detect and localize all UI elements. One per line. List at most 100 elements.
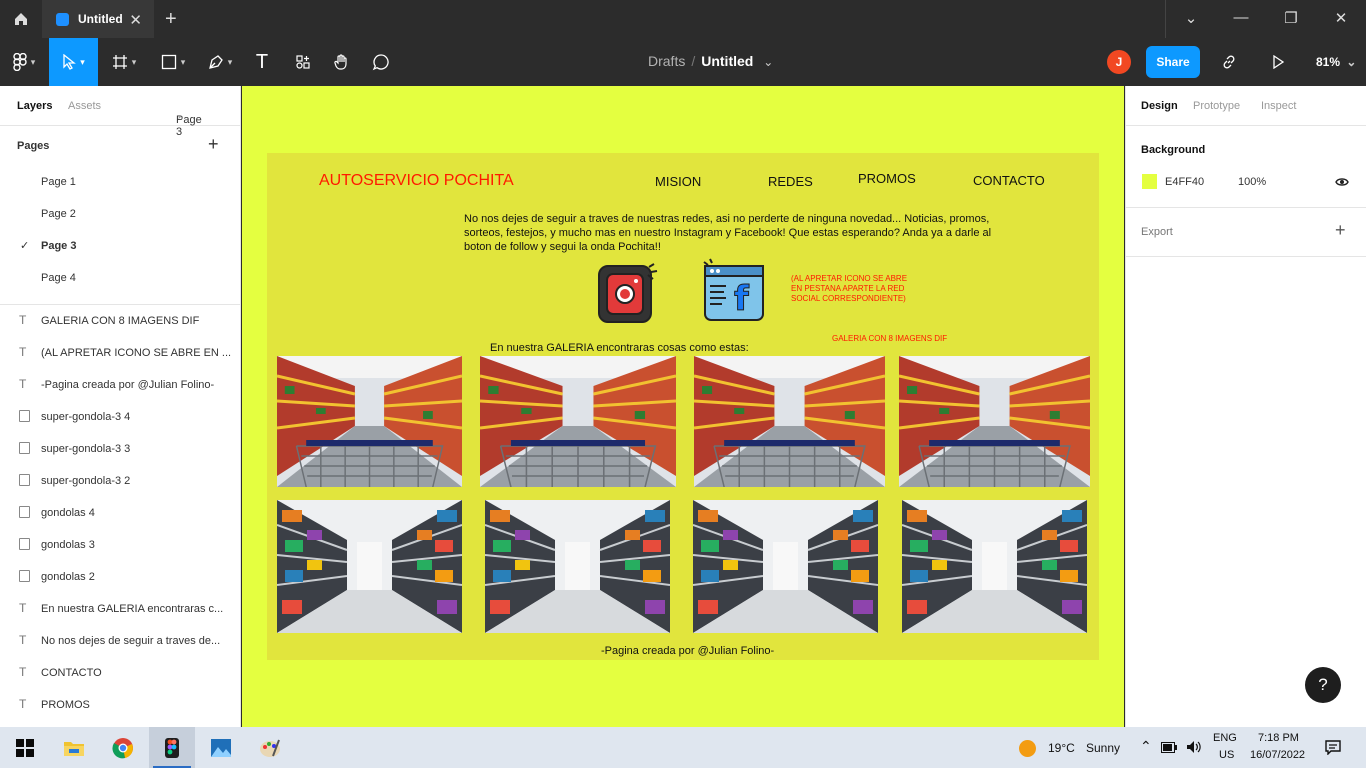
layer-item[interactable]: super-gondola-3 3	[0, 433, 240, 465]
checkmark-icon: ✓	[20, 240, 30, 252]
layer-item-label: GALERIA CON 8 IMAGENS DIF	[41, 315, 200, 327]
nav-redes: REDES	[768, 174, 813, 189]
battery-icon[interactable]	[1161, 742, 1177, 753]
layer-item[interactable]: T -Pagina creada por @Julian Folino-	[0, 369, 240, 401]
avatar[interactable]: J	[1107, 50, 1131, 74]
comment-tool-button[interactable]	[369, 38, 393, 86]
clock-time[interactable]: 7:18 PM	[1258, 732, 1299, 744]
hand-icon	[334, 54, 347, 70]
region-indicator[interactable]: US	[1219, 749, 1234, 761]
facebook-icon: f	[702, 258, 768, 329]
home-icon[interactable]	[0, 0, 42, 38]
nav-promos: PROMOS	[858, 171, 916, 186]
move-tool-button[interactable]: ▾	[49, 38, 98, 86]
close-window-button[interactable]: ✕	[1331, 9, 1351, 27]
file-tab[interactable]: Untitled ✕	[42, 0, 154, 38]
gallery-intro: En nuestra GALERIA encontraras cosas com…	[490, 342, 749, 354]
gallery-note: GALERIA CON 8 IMAGENS DIF	[832, 334, 948, 343]
language-indicator[interactable]: ENG	[1213, 732, 1237, 744]
frame-icon	[112, 55, 127, 69]
add-export-button[interactable]: +	[1335, 220, 1346, 241]
tab-design[interactable]: Design	[1141, 100, 1178, 112]
windows-start-icon[interactable]	[2, 727, 48, 768]
chevron-up-icon[interactable]: ⌃	[1140, 738, 1152, 755]
page-item[interactable]: Page 2	[0, 198, 240, 230]
layer-item[interactable]: T GALERIA CON 8 IMAGENS DIF	[0, 305, 240, 337]
shape-tool-button[interactable]: ▾	[153, 38, 193, 86]
titlebar-divider	[1165, 0, 1166, 38]
page-item[interactable]: ✓ Page 3	[0, 230, 240, 262]
layer-item[interactable]: T CONTACTO	[0, 657, 240, 689]
file-title[interactable]: Untitled	[701, 53, 753, 69]
tab-assets[interactable]: Assets	[68, 100, 101, 112]
pen-tool-button[interactable]: ▾	[200, 38, 240, 86]
file-explorer-icon[interactable]	[51, 727, 97, 768]
hand-tool-button[interactable]	[330, 38, 354, 86]
figma-taskbar-icon[interactable]	[149, 727, 195, 768]
layer-item[interactable]: super-gondola-3 2	[0, 465, 240, 497]
canvas[interactable]: AUTOSERVICIO POCHITA MISION REDES PROMOS…	[242, 86, 1124, 727]
help-button[interactable]: ?	[1305, 667, 1341, 703]
add-page-button[interactable]: +	[208, 134, 219, 155]
export-section: Export +	[1126, 208, 1366, 257]
eye-icon[interactable]	[1335, 177, 1349, 187]
background-hex[interactable]: E4FF40	[1165, 176, 1204, 188]
layer-item[interactable]: T PROMOS	[0, 689, 240, 721]
components-icon	[296, 55, 310, 69]
cursor-icon	[63, 54, 77, 70]
right-panel-tabs: Design Prototype Inspect	[1126, 86, 1366, 126]
new-tab-button[interactable]: +	[165, 8, 177, 31]
close-tab-icon[interactable]: ✕	[129, 11, 142, 29]
resources-button[interactable]	[290, 38, 316, 86]
share-button[interactable]: Share	[1146, 46, 1200, 78]
left-panel-tabs: Layers Assets Page 3 ⌃	[0, 86, 240, 138]
chevron-down-icon[interactable]: ⌄	[1181, 9, 1201, 27]
layer-item-label: super-gondola-3 2	[41, 475, 131, 487]
present-button[interactable]	[1268, 38, 1288, 86]
comment-icon	[372, 54, 389, 71]
background-swatch[interactable]	[1142, 174, 1157, 189]
text-tool-button[interactable]: T	[248, 38, 276, 86]
text-layer-icon: T	[19, 633, 27, 647]
link-icon	[1223, 55, 1235, 69]
play-icon	[1273, 55, 1284, 69]
clock-date[interactable]: 16/07/2022	[1250, 749, 1305, 761]
chevron-down-icon[interactable]: ⌄	[763, 55, 773, 69]
paint-icon[interactable]	[247, 727, 293, 768]
zoom-dropdown[interactable]: 81% ⌄	[1316, 55, 1356, 69]
page-item[interactable]: Page 1	[0, 166, 240, 198]
design-frame[interactable]: AUTOSERVICIO POCHITA MISION REDES PROMOS…	[267, 153, 1099, 660]
minimize-button[interactable]: —	[1231, 9, 1251, 26]
sun-icon[interactable]	[1019, 740, 1036, 757]
layer-item[interactable]: T (AL APRETAR ICONO SE ABRE EN ...	[0, 337, 240, 369]
layer-item[interactable]: gondolas 3	[0, 529, 240, 561]
layer-item-label: gondolas 3	[41, 539, 95, 551]
chevron-down-icon: ▾	[227, 56, 233, 67]
weather-condition[interactable]: Sunny	[1086, 741, 1120, 755]
layer-item[interactable]: gondolas 4	[0, 497, 240, 529]
layer-item[interactable]: T En nuestra GALERIA encontraras c...	[0, 593, 240, 625]
image-layer-icon	[19, 506, 30, 518]
background-opacity[interactable]: 100%	[1238, 176, 1266, 188]
layer-item[interactable]: super-gondola-3 4	[0, 401, 240, 433]
page-list: Page 1 Page 2 ✓ Page 3 Page 4	[0, 166, 240, 294]
tab-prototype[interactable]: Prototype	[1193, 100, 1240, 112]
maximize-button[interactable]: ❐	[1281, 9, 1301, 27]
page-item[interactable]: Page 4	[0, 262, 240, 294]
weather-temperature[interactable]: 19°C	[1048, 741, 1075, 755]
tab-inspect[interactable]: Inspect	[1261, 100, 1296, 112]
chevron-down-icon: ▾	[180, 56, 186, 67]
nav-mision: MISION	[655, 174, 702, 189]
breadcrumb-drafts[interactable]: Drafts	[648, 53, 685, 69]
tab-layers[interactable]: Layers	[17, 100, 52, 112]
image-layer-icon	[19, 570, 30, 582]
chrome-icon[interactable]	[100, 727, 146, 768]
layer-item[interactable]: T No nos dejes de seguir a traves de...	[0, 625, 240, 657]
photos-icon[interactable]	[198, 727, 244, 768]
frame-tool-button[interactable]: ▾	[104, 38, 144, 86]
main-menu-button[interactable]: ▾	[0, 38, 48, 86]
layer-item[interactable]: gondolas 2	[0, 561, 240, 593]
volume-icon[interactable]	[1186, 740, 1202, 754]
copy-link-button[interactable]	[1218, 38, 1240, 86]
notifications-icon[interactable]	[1325, 740, 1341, 755]
